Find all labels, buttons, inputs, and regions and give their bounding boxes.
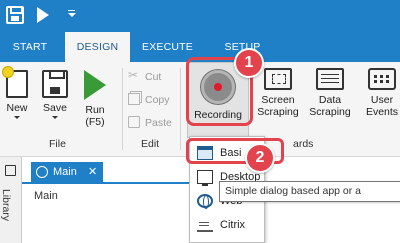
- workflow-icon: [36, 166, 48, 178]
- tab-start[interactable]: START: [0, 32, 60, 62]
- edit-group-label: Edit: [141, 138, 160, 150]
- screen-scraping-button[interactable]: Screen Scraping: [254, 68, 302, 118]
- web-globe-icon: [197, 194, 213, 209]
- title-bar: [0, 0, 400, 32]
- wizards-group-label: ards: [293, 138, 314, 150]
- breadcrumb: Main: [34, 190, 58, 202]
- run-label: Run: [85, 104, 105, 116]
- run-button[interactable]: Run (F5): [78, 70, 112, 128]
- data-scraping-icon: [316, 68, 344, 90]
- callout-badge-2: 2: [245, 143, 275, 173]
- copy-button[interactable]: Copy: [128, 93, 170, 107]
- new-file-icon: [2, 66, 28, 98]
- run-shortcut: (F5): [85, 116, 105, 128]
- paste-clipboard-icon: [128, 116, 140, 128]
- menu-item-citrix[interactable]: Citrix: [190, 213, 266, 237]
- uipath-studio-window: START DESIGN EXECUTE SETUP New Save Run …: [0, 0, 400, 243]
- ribbon-separator: [180, 68, 181, 150]
- quick-save-icon[interactable]: [6, 6, 24, 24]
- citrix-icon: [197, 218, 213, 232]
- paste-label: Paste: [145, 117, 172, 129]
- user-events-label-1: User: [370, 94, 394, 106]
- desktop-icon: [197, 170, 213, 186]
- library-side-panel[interactable]: Library: [0, 157, 22, 243]
- close-icon[interactable]: ✕: [88, 162, 97, 182]
- quick-run-icon[interactable]: [37, 7, 49, 23]
- save-dropdown-caret-icon: [52, 116, 58, 119]
- tab-design[interactable]: DESIGN: [65, 32, 130, 62]
- screen-scraping-icon: [264, 68, 292, 90]
- paste-button[interactable]: Paste: [128, 116, 172, 130]
- copy-icon: [128, 93, 140, 105]
- scissors-icon: [128, 68, 140, 82]
- cut-label: Cut: [145, 71, 162, 83]
- copy-label: Copy: [145, 94, 170, 106]
- run-play-icon: [84, 70, 106, 100]
- customize-toolbar-dropdown-icon[interactable]: [68, 10, 76, 18]
- save-button[interactable]: Save: [40, 70, 70, 119]
- doc-tab-main[interactable]: Main ✕: [31, 162, 103, 182]
- new-dropdown-caret-icon: [14, 116, 20, 119]
- data-scraping-button[interactable]: Data Scraping: [306, 68, 354, 118]
- new-button[interactable]: New: [2, 66, 32, 119]
- user-events-label-2: Events: [365, 106, 399, 118]
- library-panel-icon: [5, 165, 16, 176]
- new-star-icon: [2, 66, 14, 78]
- library-label: Library: [0, 188, 13, 222]
- screen-scraping-label-2: Scraping: [257, 106, 299, 118]
- doc-tab-label: Main: [53, 166, 77, 178]
- file-group-label: File: [49, 138, 66, 150]
- save-disk-icon: [42, 70, 68, 98]
- save-label: Save: [43, 102, 67, 114]
- user-events-button[interactable]: User Events: [360, 68, 400, 118]
- tooltip: Simple dialog based app or a: [219, 181, 400, 202]
- cut-button[interactable]: Cut: [128, 68, 162, 84]
- data-scraping-label-1: Data: [318, 94, 342, 106]
- new-label: New: [6, 102, 28, 114]
- menu-item-label: Citrix: [220, 219, 246, 231]
- callout-badge-1: 1: [234, 48, 264, 78]
- ribbon-separator: [122, 68, 123, 150]
- keyboard-icon: [368, 68, 396, 90]
- screen-scraping-label-1: Screen: [261, 94, 295, 106]
- data-scraping-label-2: Scraping: [309, 106, 351, 118]
